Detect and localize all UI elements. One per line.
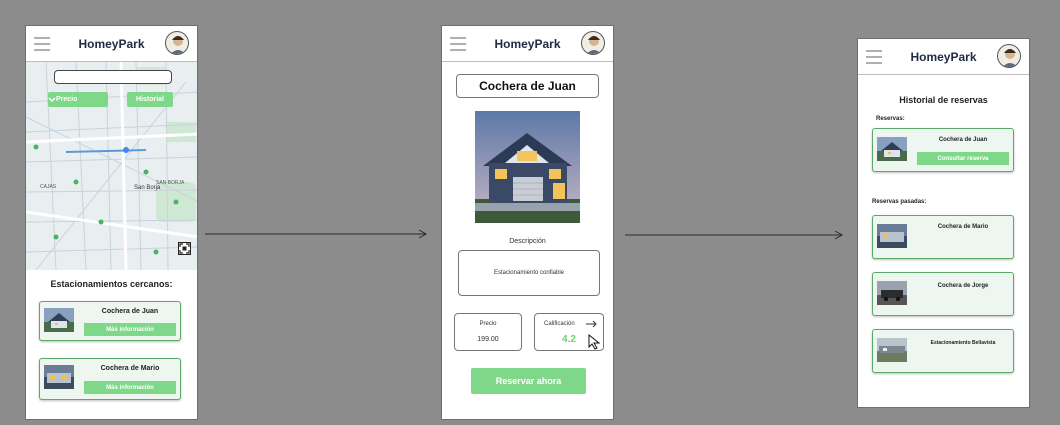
parking-thumbnail (877, 338, 907, 362)
parking-thumbnail (877, 137, 907, 161)
user-avatar-icon (1002, 49, 1018, 67)
reservation-name: Cochera de Jorge (937, 283, 989, 289)
more-info-button[interactable]: Más información (84, 323, 176, 336)
reservation-card[interactable]: Cochera de Juan Consultar reserva (872, 128, 1014, 172)
past-reservation-card[interactable]: Cochera de Mario (872, 215, 1014, 259)
map-label: CAJAS (40, 184, 57, 190)
screen-reservation-history: HomeyPark Historial de reservas Reservas… (857, 38, 1030, 408)
parking-thumbnail (44, 365, 74, 389)
arrow-right-icon[interactable] (586, 320, 598, 328)
description-label: Descripción (509, 238, 546, 245)
menu-icon[interactable] (866, 50, 882, 68)
history-button[interactable]: Historial (127, 92, 173, 107)
flow-arrow (625, 230, 844, 240)
cursor-icon (588, 334, 601, 350)
user-avatar-icon (170, 36, 186, 54)
parking-photo (475, 111, 580, 223)
avatar[interactable] (581, 31, 605, 55)
screen-map: HomeyPark SAN BORJA San Borja CAJAS Prec… (25, 25, 198, 420)
app-title: HomeyPark (494, 37, 561, 51)
parking-name: Cochera de Mario (100, 365, 160, 372)
house-image (475, 111, 580, 223)
parking-card[interactable]: Cochera de Juan Más información (39, 301, 181, 341)
parking-thumbnail (877, 281, 907, 305)
reserve-button[interactable]: Reservar ahora (471, 368, 586, 394)
expand-icon (179, 243, 190, 254)
rating-box[interactable]: Calificación 4.2 (534, 313, 604, 351)
parking-title: Cochera de Juan (456, 74, 599, 98)
price-filter-label: Precio (56, 96, 78, 103)
avatar[interactable] (997, 44, 1021, 68)
reservation-name: Estacionamiento Bellavista (930, 340, 996, 346)
reservation-name: Cochera de Juan (938, 137, 988, 143)
parking-card[interactable]: Cochera de Mario Más información (39, 358, 181, 400)
past-reservations-label: Reservas pasadas: (872, 199, 927, 205)
past-reservation-card[interactable]: Cochera de Jorge (872, 272, 1014, 316)
map-label: San Borja (134, 185, 161, 191)
current-reservations-label: Reservas: (876, 116, 905, 122)
parking-thumbnail (877, 224, 907, 248)
avatar[interactable] (165, 31, 189, 55)
view-reservation-button[interactable]: Consultar reserva (917, 152, 1009, 165)
past-reservation-card[interactable]: Estacionamiento Bellavista (872, 329, 1014, 373)
price-box: Precio 199.00 (454, 313, 522, 351)
screen-parking-detail: HomeyPark Cochera de Juan Descripción Es… (441, 25, 614, 420)
more-info-button[interactable]: Más información (84, 381, 176, 394)
price-value: 199.00 (477, 336, 499, 343)
fullscreen-icon[interactable] (178, 242, 191, 255)
flow-arrow (205, 229, 428, 239)
user-avatar-icon (586, 36, 602, 54)
app-title: HomeyPark (78, 37, 145, 51)
rating-label: Calificación (544, 321, 575, 327)
app-header: HomeyPark (26, 26, 197, 62)
app-header: HomeyPark (858, 39, 1029, 75)
history-title: Historial de reservas (899, 95, 988, 105)
map-view[interactable]: SAN BORJA San Borja CAJAS Precio Histori… (26, 62, 197, 270)
menu-icon[interactable] (450, 37, 466, 55)
app-title: HomeyPark (910, 50, 977, 64)
app-header: HomeyPark (442, 26, 613, 62)
reservation-name: Cochera de Mario (937, 224, 989, 230)
chevron-down-icon (48, 97, 56, 103)
parking-thumbnail (44, 308, 74, 332)
parking-name: Cochera de Juan (101, 308, 159, 315)
price-filter-dropdown[interactable]: Precio (48, 92, 108, 107)
description-box: Estacionamiento confiable (458, 250, 600, 296)
menu-icon[interactable] (34, 37, 50, 55)
price-label: Precio (479, 321, 497, 327)
nearby-title: Estacionamientos cercanos: (50, 279, 173, 289)
search-input[interactable] (54, 70, 172, 84)
